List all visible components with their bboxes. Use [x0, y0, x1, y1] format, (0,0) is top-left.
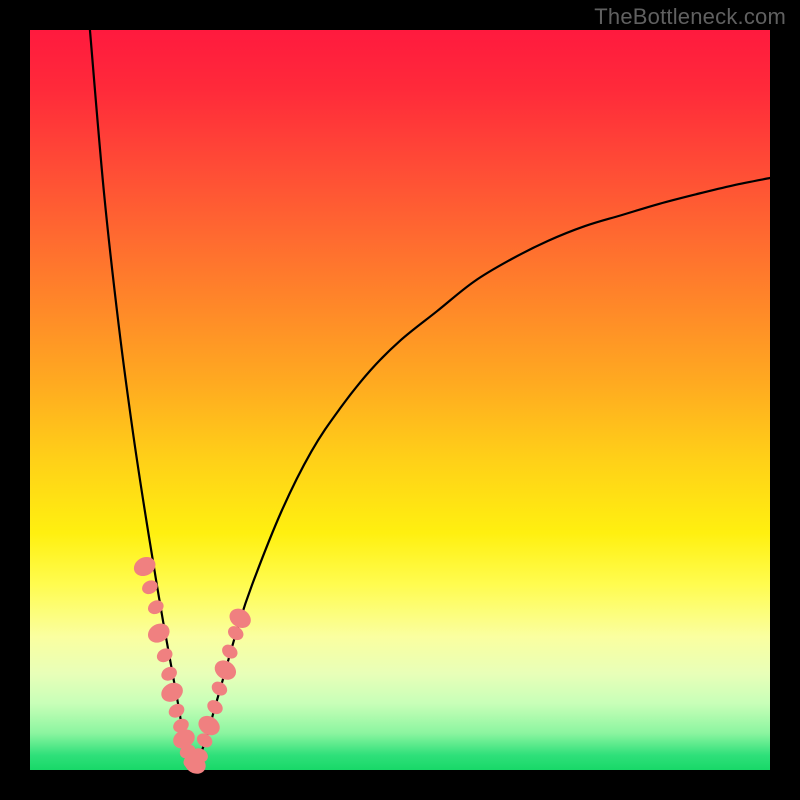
marker-dot: [211, 657, 240, 684]
marker-dot: [205, 697, 226, 717]
marker-dot: [146, 598, 166, 617]
marker-dot: [166, 701, 186, 720]
marker-dot: [158, 679, 186, 705]
marker-dot: [154, 646, 174, 665]
bottleneck-curve: [90, 30, 770, 770]
marker-dot: [159, 664, 179, 683]
chart-frame: TheBottleneck.com: [0, 0, 800, 800]
watermark-label: TheBottleneck.com: [594, 4, 786, 30]
plot-area: [30, 30, 770, 770]
marker-dot: [145, 620, 173, 646]
chart-svg: [30, 30, 770, 770]
curve-markers: [131, 553, 255, 777]
